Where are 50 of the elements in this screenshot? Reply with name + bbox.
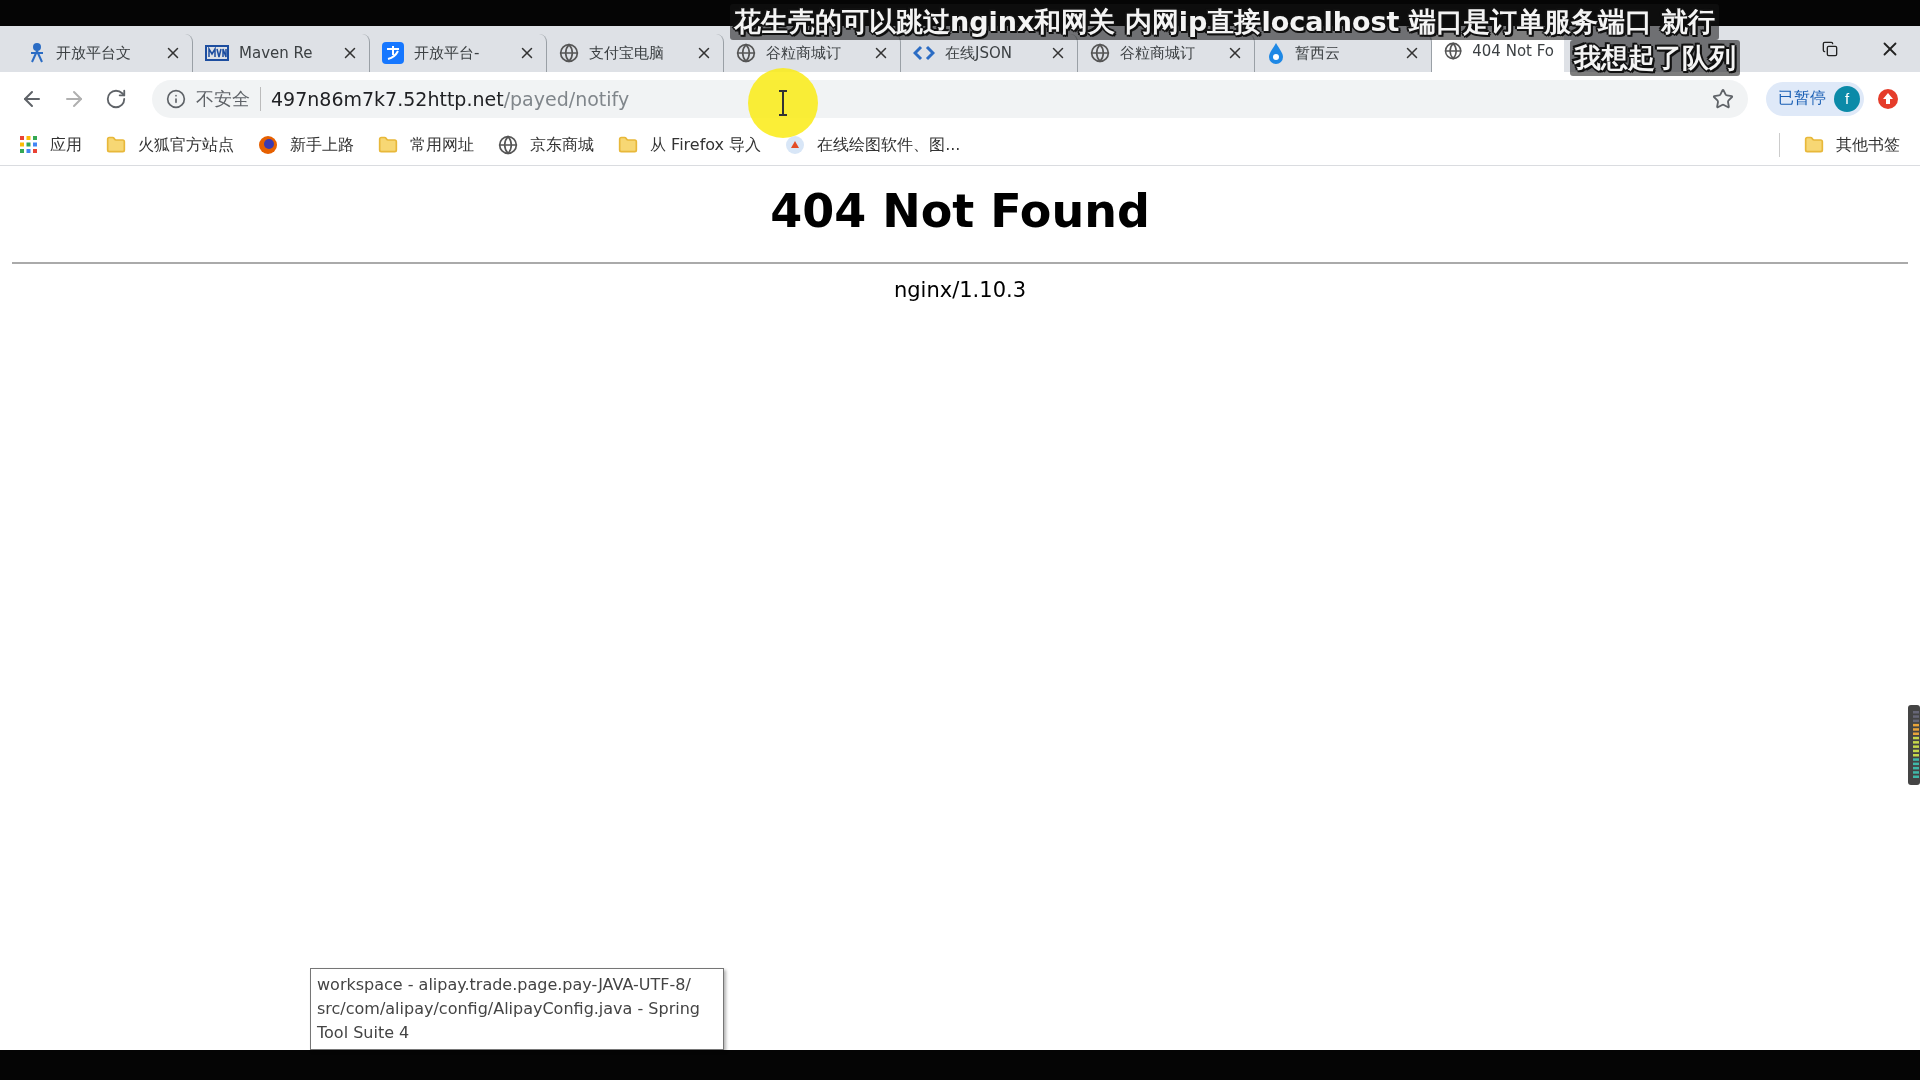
code-icon xyxy=(913,45,935,61)
globe-icon xyxy=(1090,43,1110,63)
reload-icon xyxy=(105,87,127,110)
bookmark-link[interactable]: 常用网址 xyxy=(378,134,474,156)
alipay-icon xyxy=(382,42,404,64)
globe-icon xyxy=(1444,41,1463,61)
video-subtitle: 我想起了队列 xyxy=(1570,40,1740,76)
tab-title: 开放平台- xyxy=(414,43,480,63)
url-text: 497n86m7k7.52http.net/payed/notify xyxy=(271,87,630,110)
bookmark-link[interactable]: 在线绘图软件、图... xyxy=(785,134,961,156)
info-icon xyxy=(166,88,186,109)
tab-title: 在线JSON xyxy=(945,43,1012,63)
diagram-icon xyxy=(785,135,806,155)
tab-title: 暂西云 xyxy=(1295,43,1340,63)
tab-title: 谷粒商城订 xyxy=(766,43,841,63)
tab-title: 谷粒商城订 xyxy=(1120,43,1195,63)
folder-icon xyxy=(378,135,398,155)
firefox-icon xyxy=(258,135,278,155)
server-version: nginx/1.10.3 xyxy=(893,278,1027,302)
tab-title: 开放平台文 xyxy=(56,43,131,63)
bookmark-link[interactable]: 火狐官方站点 xyxy=(106,134,234,156)
drop-icon xyxy=(1267,42,1285,64)
mvn-logo-icon xyxy=(205,45,229,61)
window-tooltip: workspace - alipay.trade.page.pay-JAVA-UTF-8/ src/com/alipay/config/AlipayConfig.java - Spring Tool Suite 4 xyxy=(310,968,724,1050)
bookmark-link[interactable]: 从 Firefox 导入 xyxy=(618,134,762,156)
bookmark-link[interactable]: 应用 xyxy=(20,134,82,156)
globe-icon xyxy=(736,43,756,63)
tab-title: 404 Not Fo xyxy=(1472,42,1554,60)
tab-title: 支付宝电脑 xyxy=(589,43,664,63)
video-subtitle: 花生壳的可以跳过nginx和网关 内网ip直接localhost 端口是订单服务端口 就行 xyxy=(730,4,1720,40)
profile-avatar[interactable]: f xyxy=(1834,85,1860,112)
folder-icon xyxy=(1804,135,1824,155)
upload-icon xyxy=(1877,87,1899,110)
star-icon[interactable] xyxy=(1712,87,1734,110)
bookmark-link[interactable]: 京东商城 xyxy=(498,134,594,156)
paused-button[interactable]: 已暂停 f xyxy=(1766,81,1864,116)
other-bookmarks-link[interactable]: 其他书签 xyxy=(1804,134,1900,156)
error-heading: 404 Not Found xyxy=(770,184,1150,238)
folder-icon xyxy=(106,135,126,155)
folder-icon xyxy=(618,135,638,155)
apps-icon xyxy=(20,136,38,154)
restore-icon xyxy=(1822,41,1838,57)
tab-title: Maven Re xyxy=(239,44,313,62)
security-label: 不安全 xyxy=(196,86,261,111)
address-bar[interactable]: 不安全 497n86m7k7.52http.net/payed/notify xyxy=(152,79,1748,118)
bookmark-link[interactable]: 新手上路 xyxy=(258,134,354,156)
level-meter-icon xyxy=(1908,705,1920,785)
figure-icon xyxy=(28,42,46,64)
globe-icon xyxy=(559,43,579,63)
globe-icon xyxy=(498,135,518,155)
